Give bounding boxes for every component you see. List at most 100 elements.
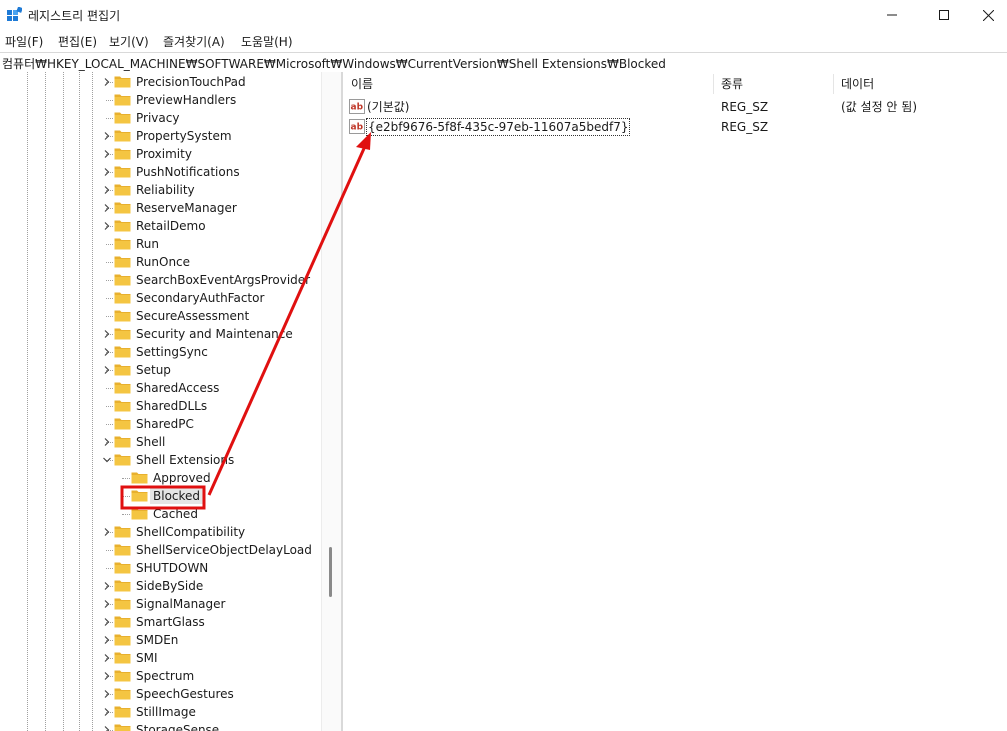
tree-item[interactable]: PreviewHandlers bbox=[0, 91, 321, 109]
tree-item[interactable]: SideBySide bbox=[0, 577, 321, 595]
tree-item[interactable]: SmartGlass bbox=[0, 613, 321, 631]
minimize-button[interactable] bbox=[869, 0, 915, 30]
tree-item-label: PushNotifications bbox=[136, 165, 240, 179]
chevron-right-icon[interactable] bbox=[103, 204, 111, 212]
value-name: (기본값) bbox=[367, 100, 410, 114]
tree-item-label: ShellCompatibility bbox=[136, 525, 246, 539]
chevron-right-icon[interactable] bbox=[103, 186, 111, 194]
tree-item[interactable]: SharedAccess bbox=[0, 379, 321, 397]
tree-item[interactable]: SearchBoxEventArgsProvider bbox=[0, 271, 321, 289]
svg-text:ab: ab bbox=[351, 123, 364, 133]
tree-item[interactable]: SMDEn bbox=[0, 631, 321, 649]
tree-item[interactable]: StillImage bbox=[0, 703, 321, 721]
tree-item-label: Cached bbox=[153, 507, 198, 521]
chevron-right-icon[interactable] bbox=[103, 582, 111, 590]
tree-item[interactable]: PushNotifications bbox=[0, 163, 321, 181]
tree-item[interactable]: Spectrum bbox=[0, 667, 321, 685]
tree-item[interactable]: RunOnce bbox=[0, 253, 321, 271]
tree-item[interactable]: SHUTDOWN bbox=[0, 559, 321, 577]
tree-item[interactable]: Setup bbox=[0, 361, 321, 379]
tree-item[interactable]: SecondaryAuthFactor bbox=[0, 289, 321, 307]
column-header-name[interactable]: 이름 bbox=[351, 72, 373, 96]
tree-item[interactable]: Shell Extensions bbox=[0, 451, 321, 469]
chevron-right-icon[interactable] bbox=[103, 222, 111, 230]
key-tree-pane[interactable]: PrecisionTouchPad PreviewHandlers Privacy P… bbox=[0, 72, 321, 731]
folder-icon bbox=[131, 472, 148, 484]
close-button[interactable] bbox=[965, 0, 1007, 30]
tree-connector bbox=[122, 514, 130, 515]
tree-item-label: Blocked bbox=[150, 488, 204, 504]
tree-item-label: SearchBoxEventArgsProvider bbox=[136, 273, 311, 287]
tree-item[interactable]: Reliability bbox=[0, 181, 321, 199]
tree-item[interactable]: SharedPC bbox=[0, 415, 321, 433]
tree-item[interactable]: Proximity bbox=[0, 145, 321, 163]
chevron-down-icon[interactable] bbox=[103, 456, 111, 464]
tree-item[interactable]: SharedDLLs bbox=[0, 397, 321, 415]
tree-item[interactable]: PropertySystem bbox=[0, 127, 321, 145]
menu-file[interactable]: 파일(F) bbox=[5, 33, 43, 50]
tree-item[interactable]: ShellServiceObjectDelayLoad bbox=[0, 541, 321, 559]
chevron-right-icon[interactable] bbox=[103, 690, 111, 698]
tree-item[interactable]: ReserveManager bbox=[0, 199, 321, 217]
tree-item[interactable]: Security and Maintenance bbox=[0, 325, 321, 343]
chevron-right-icon[interactable] bbox=[103, 348, 111, 356]
value-data: (값 설정 안 됨) bbox=[841, 100, 918, 114]
tree-item[interactable]: Run bbox=[0, 235, 321, 253]
scrollbar-thumb[interactable] bbox=[329, 547, 332, 597]
chevron-right-icon[interactable] bbox=[103, 150, 111, 158]
tree-item[interactable]: SignalManager bbox=[0, 595, 321, 613]
tree-item[interactable]: Cached bbox=[0, 505, 321, 523]
tree-item-label: SmartGlass bbox=[136, 615, 205, 629]
folder-icon bbox=[114, 256, 131, 268]
menu-favorites[interactable]: 즐겨찾기(A) bbox=[163, 33, 225, 50]
tree-item[interactable]: ShellCompatibility bbox=[0, 523, 321, 541]
menu-edit[interactable]: 편집(E) bbox=[58, 33, 97, 50]
tree-item[interactable]: SMI bbox=[0, 649, 321, 667]
chevron-right-icon[interactable] bbox=[103, 726, 111, 731]
menu-view[interactable]: 보기(V) bbox=[109, 33, 149, 50]
tree-item[interactable]: Shell bbox=[0, 433, 321, 451]
tree-item[interactable]: SpeechGestures bbox=[0, 685, 321, 703]
address-bar[interactable]: 컴퓨터₩HKEY_LOCAL_MACHINE₩SOFTWARE₩Microsof… bbox=[0, 52, 1007, 73]
chevron-right-icon[interactable] bbox=[103, 528, 111, 536]
tree-item[interactable]: SettingSync bbox=[0, 343, 321, 361]
chevron-right-icon[interactable] bbox=[103, 132, 111, 140]
folder-icon bbox=[114, 526, 131, 538]
column-separator[interactable] bbox=[713, 74, 714, 94]
tree-connector bbox=[106, 406, 113, 407]
chevron-right-icon[interactable] bbox=[103, 618, 111, 626]
value-row[interactable]: ab {e2bf9676-5f8f-435c-97eb-11607a5bedf7}… bbox=[343, 117, 1007, 137]
svg-text:ab: ab bbox=[351, 103, 364, 113]
column-header-data[interactable]: 데이터 bbox=[841, 72, 874, 96]
tree-scrollbar[interactable] bbox=[321, 72, 342, 731]
column-separator[interactable] bbox=[833, 74, 834, 94]
tree-item[interactable]: Privacy bbox=[0, 109, 321, 127]
value-row[interactable]: ab (기본값) REG_SZ (값 설정 안 됨) bbox=[343, 97, 1007, 117]
tree-item-label: PropertySystem bbox=[136, 129, 232, 143]
chevron-right-icon[interactable] bbox=[103, 708, 111, 716]
menu-help[interactable]: 도움말(H) bbox=[241, 33, 293, 50]
chevron-right-icon[interactable] bbox=[103, 78, 111, 86]
maximize-button[interactable] bbox=[921, 0, 967, 30]
tree-item[interactable]: Blocked bbox=[0, 487, 321, 505]
chevron-right-icon[interactable] bbox=[103, 654, 111, 662]
tree-item[interactable]: RetailDemo bbox=[0, 217, 321, 235]
chevron-right-icon[interactable] bbox=[103, 438, 111, 446]
tree-item[interactable]: StorageSense bbox=[0, 721, 321, 731]
tree-item[interactable]: SecureAssessment bbox=[0, 307, 321, 325]
column-header-type[interactable]: 종류 bbox=[721, 72, 743, 96]
address-path[interactable]: 컴퓨터₩HKEY_LOCAL_MACHINE₩SOFTWARE₩Microsof… bbox=[2, 55, 666, 72]
chevron-right-icon[interactable] bbox=[103, 672, 111, 680]
values-list-pane[interactable]: 이름 종류 데이터 ab (기본값) REG_SZ (값 설정 안 됨) ab {e2bf… bbox=[343, 72, 1007, 731]
chevron-right-icon[interactable] bbox=[103, 330, 111, 338]
tree-item[interactable]: Approved bbox=[0, 469, 321, 487]
chevron-right-icon[interactable] bbox=[103, 636, 111, 644]
chevron-right-icon[interactable] bbox=[103, 366, 111, 374]
minimize-icon bbox=[887, 14, 897, 16]
tree-item[interactable]: PrecisionTouchPad bbox=[0, 73, 321, 91]
chevron-right-icon[interactable] bbox=[103, 600, 111, 608]
tree-item-label: SideBySide bbox=[136, 579, 204, 593]
tree-item-label: RetailDemo bbox=[136, 219, 206, 233]
chevron-right-icon[interactable] bbox=[103, 168, 111, 176]
tree-item-label: SharedDLLs bbox=[136, 399, 208, 413]
